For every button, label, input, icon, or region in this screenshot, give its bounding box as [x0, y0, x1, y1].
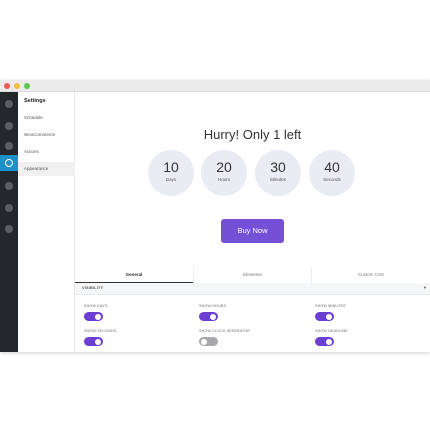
show-days-label: SHOW DAYS — [84, 304, 108, 308]
nav-item-woocommerce[interactable]: WooCommerce — [18, 128, 75, 142]
show-seconds-toggle[interactable] — [84, 337, 103, 346]
comments-icon[interactable] — [5, 204, 13, 212]
timer-seconds-unit: Seconds — [323, 177, 341, 182]
toggle-knob — [326, 338, 332, 345]
minimize-window-button[interactable] — [14, 83, 20, 89]
timer-hours-unit: Hours — [217, 177, 230, 182]
show-minutes-toggle[interactable] — [315, 312, 334, 321]
show-clock-separator-label: SHOW CLOCK SEPARATOR — [199, 329, 251, 333]
timer-minutes-value: 30 — [270, 159, 286, 175]
maximize-window-button[interactable] — [24, 83, 30, 89]
countdown-headline: Hurry! Only 1 left — [203, 127, 302, 142]
timer-seconds-value: 40 — [324, 159, 340, 175]
window-titlebar — [0, 80, 430, 92]
toggle-knob — [95, 338, 101, 345]
visibility-section-label: VISIBILITY — [82, 286, 104, 290]
chevron-down-icon[interactable]: ▾ — [424, 285, 426, 291]
countdown-icon — [5, 159, 13, 167]
timer-seconds: 40 Seconds — [309, 150, 355, 196]
show-seconds-label: SHOW SECONDS — [84, 329, 117, 333]
settings-tabs: General Elements Custom CSS — [75, 267, 430, 283]
toggle-knob — [326, 313, 332, 320]
show-clock-separator-toggle[interactable] — [199, 337, 218, 346]
nav-item-appearance[interactable]: Appearance — [18, 162, 75, 176]
users-icon[interactable] — [5, 225, 13, 233]
toggle-knob — [95, 313, 101, 320]
show-minutes-label: SHOW MINUTES — [315, 304, 346, 308]
visibility-section-header[interactable]: VISIBILITY ▾ — [75, 283, 430, 295]
countdown-timer: 10 Days 20 Hours 30 Minutes 40 Seconds — [148, 150, 358, 196]
nav-item-schedule[interactable]: Schedule — [18, 111, 75, 125]
timer-days: 10 Days — [148, 150, 194, 196]
countdown-menu-item[interactable] — [0, 155, 18, 171]
settings-title: Settings — [24, 98, 46, 104]
tab-custom-css[interactable]: Custom CSS — [311, 267, 430, 283]
tab-elements[interactable]: Elements — [193, 267, 311, 283]
admin-icon-sidebar — [0, 92, 18, 352]
timer-minutes-unit: Minutes — [270, 177, 286, 182]
main-panel: Hurry! Only 1 left 10 Days 20 Hours 30 M… — [75, 92, 430, 352]
posts-icon[interactable] — [5, 122, 13, 130]
settings-nav: Settings Schedule WooCommerce Actions Ap… — [18, 92, 75, 352]
pages-icon[interactable] — [5, 182, 13, 190]
close-window-button[interactable] — [4, 83, 10, 89]
buy-now-button[interactable]: Buy Now — [221, 219, 284, 243]
media-icon[interactable] — [5, 142, 13, 150]
toggle-knob — [210, 313, 216, 320]
show-days-toggle[interactable] — [84, 312, 103, 321]
dashboard-icon[interactable] — [5, 100, 13, 108]
timer-minutes: 30 Minutes — [255, 150, 301, 196]
show-headline-toggle[interactable] — [315, 337, 334, 346]
show-hours-label: SHOW HOURS — [199, 304, 227, 308]
timer-days-value: 10 — [163, 159, 179, 175]
nav-item-actions[interactable]: Actions — [18, 145, 75, 159]
app-window: Settings Schedule WooCommerce Actions Ap… — [0, 80, 430, 352]
timer-hours: 20 Hours — [201, 150, 247, 196]
timer-days-unit: Days — [165, 177, 177, 182]
show-hours-toggle[interactable] — [199, 312, 218, 321]
timer-hours-value: 20 — [216, 159, 232, 175]
show-headline-label: SHOW HEADLINE — [315, 329, 348, 333]
toggle-knob — [201, 338, 207, 345]
tab-general[interactable]: General — [75, 267, 193, 283]
